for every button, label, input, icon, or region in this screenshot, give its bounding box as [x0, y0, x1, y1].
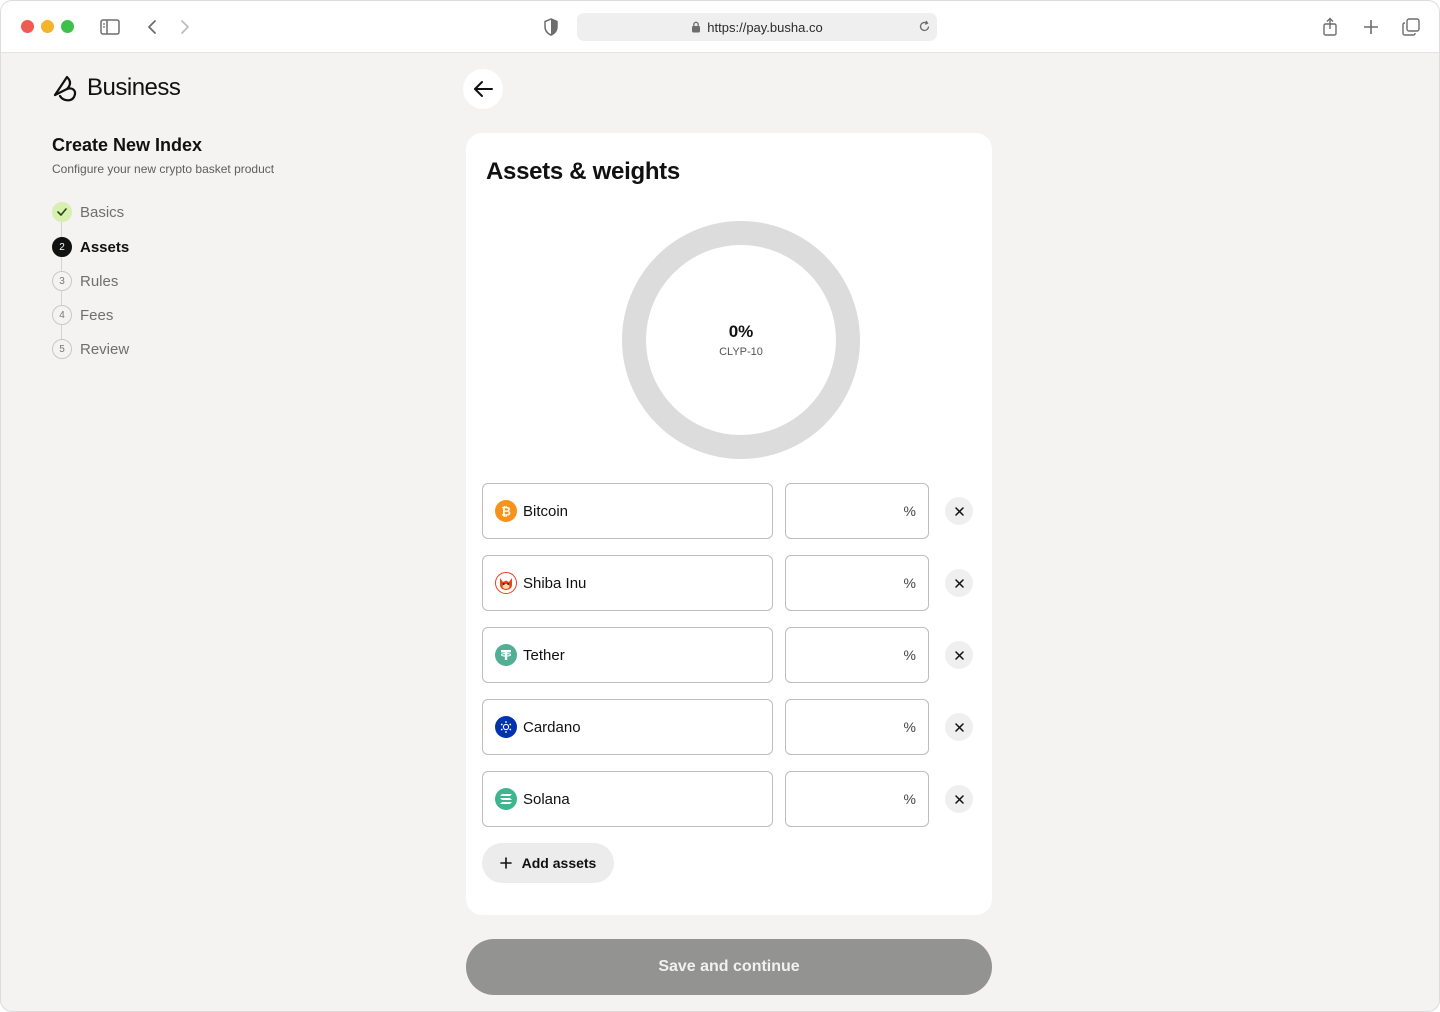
- percent-suffix: %: [903, 719, 916, 735]
- remove-asset-button[interactable]: [945, 569, 973, 597]
- step-review[interactable]: 5 Review: [52, 338, 129, 360]
- close-icon: [954, 650, 964, 660]
- asset-name: Bitcoin: [523, 502, 569, 520]
- browser-window: https://pay.busha.co Business Create New…: [0, 0, 1440, 1012]
- step-label: Review: [80, 340, 130, 358]
- new-tab-icon[interactable]: [1359, 15, 1383, 39]
- assets-weights-card: Assets & weights 0% CLYP-10 ₿ Bitcoin %: [466, 133, 992, 915]
- asset-select[interactable]: Cardano: [482, 699, 773, 755]
- percent-suffix: %: [903, 503, 916, 519]
- asset-select[interactable]: Tether: [482, 627, 773, 683]
- close-icon: [954, 794, 964, 804]
- percent-suffix: %: [903, 791, 916, 807]
- plus-icon: [499, 857, 512, 869]
- remove-asset-button[interactable]: [945, 641, 973, 669]
- solana-icon: [495, 788, 517, 810]
- shiba-inu-icon: [495, 572, 517, 594]
- page-subtitle: Configure your new crypto basket product: [52, 162, 275, 176]
- asset-row-tether: Tether %: [482, 627, 976, 683]
- back-button[interactable]: [463, 69, 503, 109]
- allocation-percent: 0%: [728, 322, 754, 341]
- step-label: Assets: [80, 238, 130, 256]
- percent-suffix: %: [903, 575, 916, 591]
- asset-row-bitcoin: ₿ Bitcoin %: [482, 483, 976, 539]
- donut-center: 0% CLYP-10: [622, 221, 860, 459]
- asset-select[interactable]: Solana: [482, 771, 773, 827]
- card-title: Assets & weights: [486, 158, 680, 185]
- step-number: 5: [52, 339, 72, 359]
- svg-text:₿: ₿: [501, 505, 511, 519]
- step-assets[interactable]: 2 Assets: [52, 236, 129, 258]
- weight-input[interactable]: %: [785, 771, 929, 827]
- asset-name: Shiba Inu: [523, 574, 587, 592]
- reload-icon[interactable]: [918, 20, 931, 33]
- close-icon: [954, 506, 964, 516]
- remove-asset-button[interactable]: [945, 713, 973, 741]
- minimize-window-button[interactable]: [41, 20, 54, 33]
- asset-name: Tether: [523, 646, 565, 664]
- url-text: https://pay.busha.co: [707, 19, 823, 35]
- asset-name: Cardano: [523, 718, 581, 736]
- weight-input[interactable]: %: [785, 627, 929, 683]
- step-number: 2: [52, 237, 72, 257]
- step-fees[interactable]: 4 Fees: [52, 304, 113, 326]
- asset-name: Solana: [523, 790, 570, 808]
- busha-logo-icon: [53, 75, 77, 102]
- business-logo[interactable]: Business: [51, 73, 181, 103]
- weight-input[interactable]: %: [785, 699, 929, 755]
- close-icon: [954, 722, 964, 732]
- weight-field[interactable]: [809, 718, 900, 736]
- asset-select[interactable]: Shiba Inu: [482, 555, 773, 611]
- step-label: Rules: [80, 272, 119, 290]
- browser-back-icon[interactable]: [140, 15, 164, 39]
- remove-asset-button[interactable]: [945, 497, 973, 525]
- weight-input[interactable]: %: [785, 483, 929, 539]
- step-basics[interactable]: Basics: [52, 201, 124, 223]
- step-rules[interactable]: 3 Rules: [52, 270, 118, 292]
- zoom-window-button[interactable]: [61, 20, 74, 33]
- index-ticker: CLYP-10: [719, 346, 763, 358]
- tether-icon: [495, 644, 517, 666]
- step-number: 4: [52, 305, 72, 325]
- add-assets-button[interactable]: Add assets: [482, 843, 614, 883]
- asset-row-solana: Solana %: [482, 771, 976, 827]
- cardano-icon: [495, 716, 517, 738]
- remove-asset-button[interactable]: [945, 785, 973, 813]
- browser-forward-icon[interactable]: [173, 15, 197, 39]
- address-bar[interactable]: https://pay.busha.co: [577, 13, 937, 41]
- weight-input[interactable]: %: [785, 555, 929, 611]
- add-assets-label: Add assets: [521, 855, 597, 871]
- tab-overview-icon[interactable]: [1399, 15, 1423, 39]
- asset-row-shiba-inu: Shiba Inu %: [482, 555, 976, 611]
- browser-toolbar: https://pay.busha.co: [1, 1, 1439, 53]
- page-title: Create New Index: [52, 135, 203, 155]
- privacy-shield-icon[interactable]: [539, 15, 563, 39]
- weight-field[interactable]: [809, 646, 900, 664]
- share-icon[interactable]: [1318, 15, 1342, 39]
- step-label: Fees: [80, 306, 114, 324]
- lock-icon: [692, 21, 701, 33]
- asset-select[interactable]: ₿ Bitcoin: [482, 483, 773, 539]
- bitcoin-icon: ₿: [495, 500, 517, 522]
- asset-row-cardano: Cardano %: [482, 699, 976, 755]
- save-and-continue-button[interactable]: Save and continue: [466, 939, 992, 995]
- close-icon: [954, 578, 964, 588]
- arrow-left-icon: [474, 81, 493, 97]
- weight-field[interactable]: [809, 790, 900, 808]
- percent-suffix: %: [903, 647, 916, 663]
- check-icon: [52, 202, 72, 222]
- close-window-button[interactable]: [21, 20, 34, 33]
- sidebar-toggle-icon[interactable]: [98, 15, 122, 39]
- logo-text: Business: [87, 74, 181, 101]
- weight-field[interactable]: [809, 502, 900, 520]
- step-number: 3: [52, 271, 72, 291]
- weight-field[interactable]: [809, 574, 900, 592]
- step-label: Basics: [80, 203, 125, 221]
